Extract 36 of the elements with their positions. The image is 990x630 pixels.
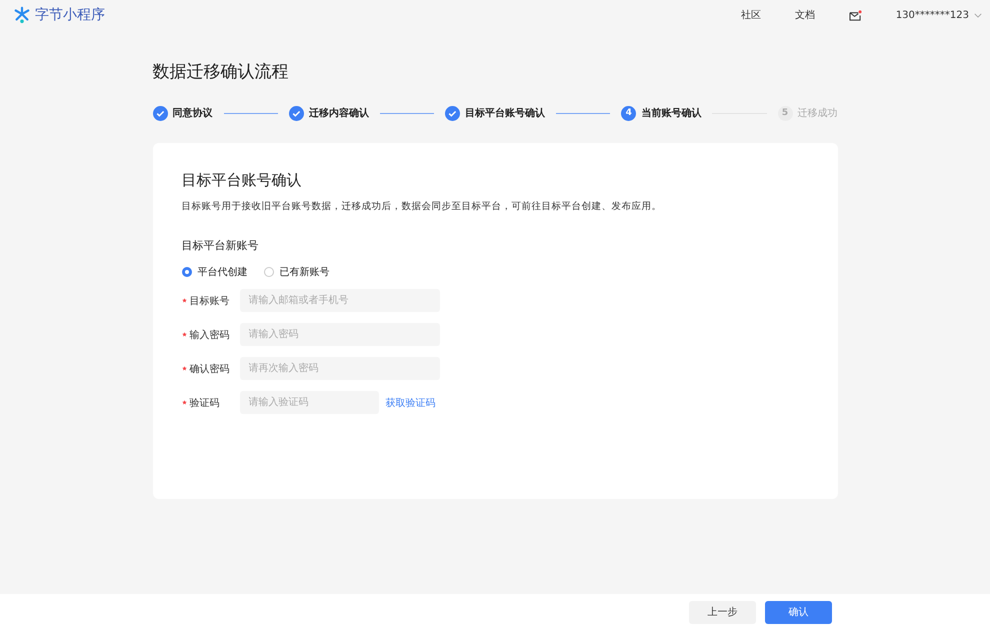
check-circle-icon bbox=[152, 106, 168, 120]
account-name[interactable]: 130*******123 bbox=[896, 10, 969, 20]
field-label: 验证码 bbox=[190, 396, 220, 410]
step-number: 5 bbox=[778, 106, 792, 120]
back-button[interactable]: 上一步 bbox=[689, 600, 756, 624]
mail-icon[interactable] bbox=[848, 10, 862, 20]
page-title: 数据迁移确认流程 bbox=[152, 61, 290, 83]
field-label: 确认密码 bbox=[190, 362, 230, 376]
step-label: 同意协议 bbox=[172, 106, 212, 120]
logo-icon bbox=[13, 6, 31, 24]
card-title: 目标平台账号确认 bbox=[182, 171, 302, 190]
radio-button[interactable] bbox=[264, 267, 274, 277]
check-circle-icon bbox=[288, 106, 304, 120]
check-circle-icon bbox=[445, 106, 460, 120]
radio-button[interactable] bbox=[182, 267, 192, 277]
card-description: 目标账号用于接收旧平台账号数据，迁移成功后，数据会同步至目标平台，可前往目标平台创建、发布应用。 bbox=[182, 200, 662, 213]
field-label: 目标账号 bbox=[190, 294, 230, 308]
nav-link[interactable]: 文档 bbox=[794, 8, 815, 22]
input-field[interactable]: 请再次输入密码 bbox=[240, 357, 440, 380]
logo-text[interactable]: 字节小程序 bbox=[35, 6, 105, 24]
step-label: 迁移内容确认 bbox=[308, 106, 369, 120]
confirm-button[interactable]: 确认 bbox=[765, 600, 832, 624]
step-label: 当前账号确认 bbox=[641, 106, 702, 120]
step-label: 迁移成功 bbox=[798, 106, 838, 120]
field-label: 输入密码 bbox=[190, 328, 230, 342]
input-field[interactable]: 请输入密码 bbox=[240, 323, 440, 346]
get-code-link[interactable]: 获取验证码 bbox=[386, 396, 436, 410]
step-label: 目标平台账号确认 bbox=[465, 106, 545, 120]
radio-label[interactable]: 已有新账号 bbox=[280, 265, 330, 279]
input-field[interactable]: 请输入验证码 bbox=[240, 391, 378, 414]
chevron-down-icon[interactable] bbox=[974, 12, 982, 18]
section-title: 目标平台新账号 bbox=[182, 238, 260, 253]
step-number: 4 bbox=[621, 106, 636, 120]
radio-label[interactable]: 平台代创建 bbox=[198, 265, 248, 279]
input-field[interactable]: 请输入邮箱或者手机号 bbox=[240, 289, 440, 312]
nav-link[interactable]: 社区 bbox=[740, 8, 761, 22]
